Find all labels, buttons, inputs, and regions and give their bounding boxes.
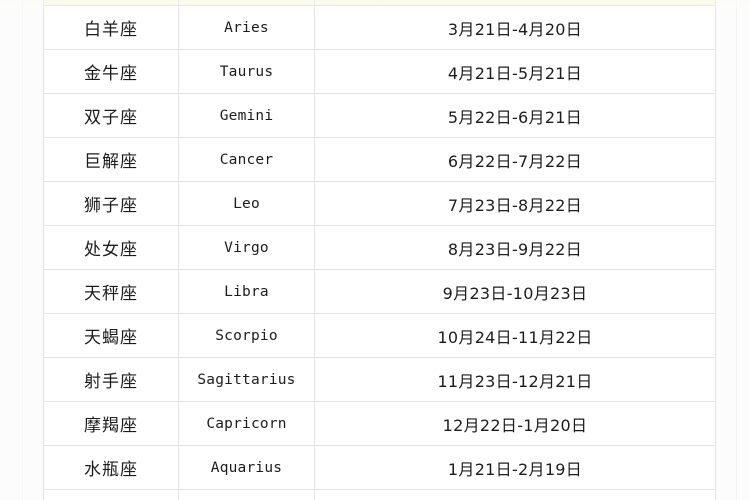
table-row-partial bbox=[43, 489, 716, 500]
cell-zodiac-english bbox=[178, 489, 315, 500]
right-margin bbox=[715, 0, 750, 500]
cell-zodiac-date: 10月24日-11月22日 bbox=[314, 313, 716, 358]
table-row: 狮子座 Leo 7月23日-8月22日 bbox=[43, 181, 716, 226]
cell-zodiac-english: Capricorn bbox=[178, 401, 315, 446]
cell-zodiac-date: 12月22日-1月20日 bbox=[314, 401, 716, 446]
cell-zodiac-chinese: 狮子座 bbox=[43, 181, 179, 226]
cell-zodiac-chinese: 处女座 bbox=[43, 225, 179, 270]
table-row: 金牛座 Taurus 4月21日-5月21日 bbox=[43, 49, 716, 94]
cell-zodiac-chinese: 摩羯座 bbox=[43, 401, 179, 446]
cell-zodiac-date: 6月22日-7月22日 bbox=[314, 137, 716, 182]
right-faint-rule bbox=[736, 0, 737, 500]
cell-zodiac-date: 4月21日-5月21日 bbox=[314, 49, 716, 94]
cell-zodiac-english: Libra bbox=[178, 269, 315, 314]
table-body: 白羊座 Aries 3月21日-4月20日 金牛座 Taurus 4月21日-5… bbox=[43, 5, 716, 500]
cell-zodiac-chinese: 白羊座 bbox=[43, 5, 179, 50]
cell-zodiac-english: Leo bbox=[178, 181, 315, 226]
table-row: 射手座 Sagittarius 11月23日-12月21日 bbox=[43, 357, 716, 402]
cell-zodiac-chinese: 金牛座 bbox=[43, 49, 179, 94]
table-row: 天秤座 Libra 9月23日-10月23日 bbox=[43, 269, 716, 314]
cell-zodiac-english: Aquarius bbox=[178, 445, 315, 490]
cell-zodiac-chinese: 天蝎座 bbox=[43, 313, 179, 358]
cell-zodiac-english: Sagittarius bbox=[178, 357, 315, 402]
table-row: 巨解座 Cancer 6月22日-7月22日 bbox=[43, 137, 716, 182]
cell-zodiac-chinese bbox=[43, 489, 179, 500]
table-row: 摩羯座 Capricorn 12月22日-1月20日 bbox=[43, 401, 716, 446]
cell-zodiac-english: Taurus bbox=[178, 49, 315, 94]
cell-zodiac-date: 5月22日-6月21日 bbox=[314, 93, 716, 138]
page-root: 星座 Constellation 日期 白羊座 Aries 3月21日-4月20… bbox=[0, 0, 750, 500]
cell-zodiac-chinese: 射手座 bbox=[43, 357, 179, 402]
cell-zodiac-chinese: 水瓶座 bbox=[43, 445, 179, 490]
cell-zodiac-date bbox=[314, 489, 716, 500]
table-row: 水瓶座 Aquarius 1月21日-2月19日 bbox=[43, 445, 716, 490]
cell-zodiac-english: Gemini bbox=[178, 93, 315, 138]
zodiac-table: 星座 Constellation 日期 白羊座 Aries 3月21日-4月20… bbox=[43, 0, 716, 500]
cell-zodiac-english: Scorpio bbox=[178, 313, 315, 358]
cell-zodiac-date: 11月23日-12月21日 bbox=[314, 357, 716, 402]
table-row: 天蝎座 Scorpio 10月24日-11月22日 bbox=[43, 313, 716, 358]
cell-zodiac-date: 9月23日-10月23日 bbox=[314, 269, 716, 314]
cell-zodiac-english: Aries bbox=[178, 5, 315, 50]
cell-zodiac-chinese: 天秤座 bbox=[43, 269, 179, 314]
table-row: 白羊座 Aries 3月21日-4月20日 bbox=[43, 5, 716, 50]
cell-zodiac-chinese: 巨解座 bbox=[43, 137, 179, 182]
cell-zodiac-english: Cancer bbox=[178, 137, 315, 182]
cell-zodiac-date: 3月21日-4月20日 bbox=[314, 5, 716, 50]
cell-zodiac-date: 1月21日-2月19日 bbox=[314, 445, 716, 490]
cell-zodiac-date: 7月23日-8月22日 bbox=[314, 181, 716, 226]
table-row: 处女座 Virgo 8月23日-9月22日 bbox=[43, 225, 716, 270]
table-row: 双子座 Gemini 5月22日-6月21日 bbox=[43, 93, 716, 138]
cell-zodiac-english: Virgo bbox=[178, 225, 315, 270]
cell-zodiac-date: 8月23日-9月22日 bbox=[314, 225, 716, 270]
left-faint-rule bbox=[22, 0, 23, 500]
cell-zodiac-chinese: 双子座 bbox=[43, 93, 179, 138]
